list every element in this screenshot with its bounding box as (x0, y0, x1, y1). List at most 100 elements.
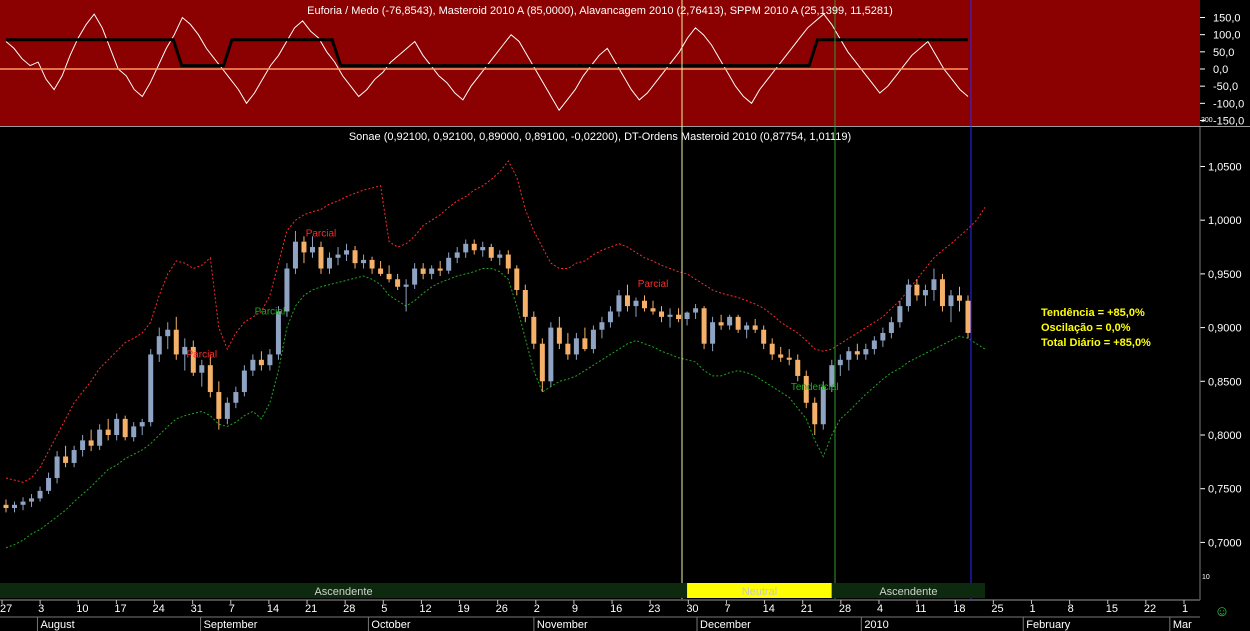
candle-body (667, 314, 673, 317)
candle-body (735, 316, 741, 330)
candle-body (335, 254, 341, 258)
candle-body (207, 365, 213, 393)
indicator-tick-label: -150,0 (1213, 116, 1244, 128)
x-day-tick-label: 22 (1144, 603, 1156, 615)
candle-body (97, 429, 103, 446)
x-month-label: December (700, 619, 751, 631)
candle-body (539, 343, 545, 382)
x-day-tick-label: 25 (991, 603, 1003, 615)
upper-band-line (5, 160, 986, 483)
candle-body (275, 311, 281, 355)
candle-body (344, 250, 350, 255)
candle-body (922, 290, 928, 296)
candle-body (267, 354, 273, 366)
candle-body (607, 311, 613, 323)
x-day-tick-label: 28 (839, 603, 851, 615)
indicator-title: Euforia / Medo (-76,8543), Masteroid 201… (307, 5, 893, 17)
candle-body (786, 357, 792, 360)
candle-body (446, 257, 452, 271)
candle-body (88, 440, 94, 446)
indicator-tick-label: 150,0 (1213, 13, 1241, 25)
candle-body (284, 268, 290, 312)
candle-body (292, 241, 298, 269)
candle-body (863, 349, 869, 355)
indicator-tick-label: -50,0 (1213, 81, 1238, 93)
x-day-tick-label: 9 (572, 603, 578, 615)
candle-body (752, 325, 758, 330)
candle-body (710, 322, 716, 344)
candle-body (633, 300, 639, 307)
regime-label: Ascendente (879, 586, 937, 598)
indicator-tick-label: -100,0 (1213, 98, 1244, 110)
candle-body (880, 332, 886, 341)
candle-body (258, 359, 264, 366)
candle-body (812, 402, 818, 425)
candle-body (965, 300, 971, 333)
top-small-tick: 300 (1201, 117, 1213, 124)
signal-label: Parcial (306, 228, 337, 239)
axis-layer: 1,0500 1,0000 0,9500 0,9000 0,8500 0,8000 0,75… (0, 127, 1242, 631)
candle-body (241, 370, 247, 393)
candle-body (846, 351, 852, 360)
info-daily-total: Total Diário = +85,0% (1041, 337, 1151, 349)
candle-body (948, 295, 954, 307)
x-month-label: October (371, 619, 410, 631)
candle-body (599, 322, 605, 330)
candle-body (12, 504, 18, 509)
candle-body (624, 295, 630, 307)
x-month-label: 2010 (864, 619, 888, 631)
price-title: Sonae (0,92100, 0,92100, 0,89000, 0,8910… (349, 131, 851, 143)
x-day-tick-label: 5 (381, 603, 387, 615)
indicator-tick-label: 0,0 (1213, 64, 1228, 76)
candle-body (854, 351, 860, 355)
x-day-tick-label: 16 (610, 603, 622, 615)
candle-body (173, 329, 179, 355)
candle-body (905, 284, 911, 307)
candle-body (497, 254, 503, 258)
x-day-tick-label: 8 (1068, 603, 1074, 615)
candle-body (378, 268, 384, 274)
candle-body (148, 354, 154, 423)
candle-body (395, 279, 401, 287)
candle-body (463, 243, 469, 253)
candle-body (250, 359, 256, 371)
candle-body (54, 456, 60, 478)
candle-body (676, 314, 682, 319)
smiley-icon[interactable]: ☺ (1214, 604, 1230, 620)
price-tick-label: 0,9000 (1208, 323, 1242, 335)
candle-body (216, 392, 222, 419)
candle-body (46, 477, 52, 491)
x-day-tick-label: 1 (1182, 603, 1188, 615)
candle-body (71, 450, 77, 463)
candle-body (3, 504, 9, 509)
x-month-label: August (40, 619, 74, 631)
candle-body (437, 268, 443, 271)
candle-body (590, 329, 596, 350)
candle-body (488, 247, 494, 258)
candle-body (701, 308, 707, 344)
bottom-small-tick: 10 (1202, 574, 1210, 581)
regime-label: Ascendente (314, 586, 372, 598)
candle-body (301, 241, 307, 253)
x-month-label: November (537, 619, 588, 631)
candle-body (139, 422, 145, 427)
x-day-tick-label: 23 (648, 603, 660, 615)
candle-body (693, 308, 699, 313)
x-day-tick-label: 2 (534, 603, 540, 615)
candle-body (471, 243, 477, 251)
x-month-label: September (204, 619, 258, 631)
candle-body (361, 259, 367, 264)
candle-body (480, 247, 486, 251)
chart-canvas: 150,0 100,0 50,0 0,0 -50,0 -100,0 -150,0 Parci… (0, 0, 1250, 631)
candle-body (659, 311, 665, 317)
candle-body (369, 259, 375, 269)
x-day-tick-label: 21 (305, 603, 317, 615)
x-day-tick-label: 28 (343, 603, 355, 615)
candle-body (727, 316, 733, 326)
candle-body (778, 354, 784, 358)
candle-body (454, 252, 460, 258)
candle-body (80, 440, 86, 451)
candle-body (37, 490, 43, 499)
candle-body (165, 329, 171, 337)
candle-body (420, 268, 426, 274)
